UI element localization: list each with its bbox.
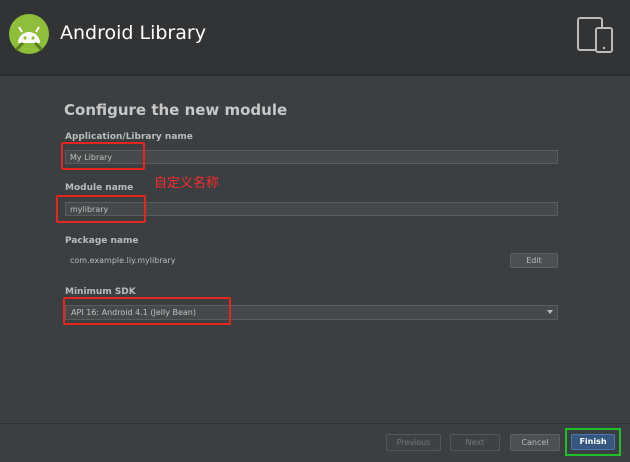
- finish-highlight: Finish: [565, 428, 621, 456]
- package-name-value: com.example.liy.mylibrary: [70, 256, 176, 265]
- app-name-label: Application/Library name: [65, 132, 193, 142]
- annotation-text: 自定义名称: [154, 176, 220, 191]
- android-logo-icon: [9, 14, 49, 54]
- finish-button[interactable]: Finish: [571, 434, 615, 450]
- wizard-header: Android Library: [0, 0, 630, 76]
- module-name-highlight: [56, 195, 146, 223]
- module-name-label: Module name: [65, 183, 134, 193]
- chevron-down-icon: [547, 310, 553, 314]
- package-name-label: Package name: [65, 236, 139, 246]
- min-sdk-label: Minimum SDK: [65, 287, 136, 297]
- footer-divider: [0, 423, 630, 424]
- previous-button[interactable]: Previous: [386, 434, 441, 451]
- section-title: Configure the new module: [64, 101, 288, 119]
- tablet-phone-icon: [577, 17, 613, 53]
- wizard-title: Android Library: [60, 22, 206, 44]
- min-sdk-highlight: [63, 297, 231, 325]
- app-name-highlight: [61, 142, 145, 170]
- edit-package-button[interactable]: Edit: [510, 253, 558, 268]
- next-button[interactable]: Next: [450, 434, 500, 451]
- cancel-button[interactable]: Cancel: [510, 434, 560, 451]
